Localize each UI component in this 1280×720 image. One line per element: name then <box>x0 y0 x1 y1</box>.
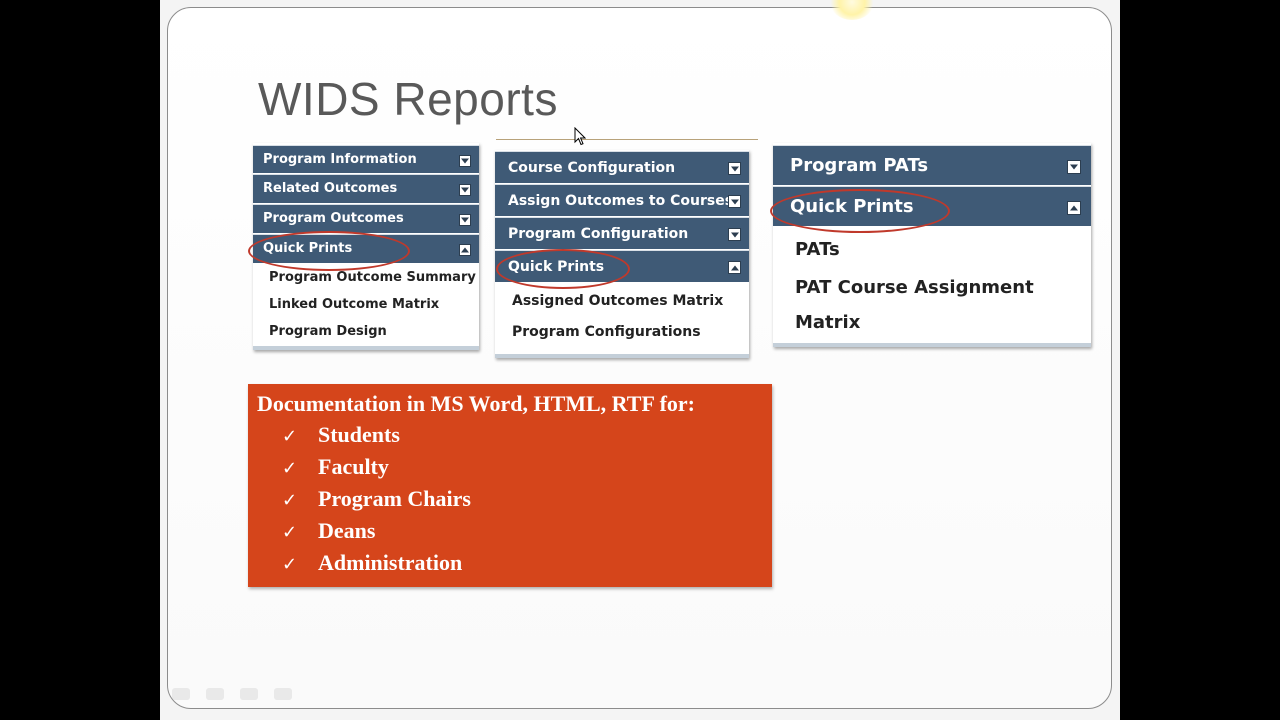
mouse-cursor-icon <box>574 127 586 146</box>
expand-toggle-icon[interactable] <box>459 155 471 167</box>
audience-label: Program Chairs <box>318 486 471 511</box>
audience-item-program-chairs: ✓ Program Chairs <box>282 486 471 512</box>
divider-line <box>496 139 758 140</box>
menu-item-quick-prints[interactable]: Quick Prints <box>495 250 749 282</box>
audience-label: Faculty <box>318 454 389 479</box>
sub-item-program-configurations[interactable]: Program Configurations <box>512 324 701 340</box>
sub-item-matrix[interactable]: Matrix <box>795 312 860 333</box>
collapse-toggle-icon[interactable] <box>459 244 471 256</box>
menu-item-related-outcomes[interactable]: Related Outcomes <box>253 174 479 203</box>
previous-arrow-icon[interactable] <box>172 688 190 700</box>
sub-item-program-design[interactable]: Program Design <box>269 324 387 339</box>
slides-icon[interactable] <box>240 688 258 700</box>
audience-item-deans: ✓ Deans <box>282 518 375 544</box>
panel-pat-menu: Program PATs Quick Prints PATs PAT Cours… <box>773 143 1091 347</box>
panel-program-menu: Program Information Related Outcomes Pro… <box>253 143 479 350</box>
menu-item-course-configuration[interactable]: Course Configuration <box>495 151 749 183</box>
expand-toggle-icon[interactable] <box>728 195 741 208</box>
menu-item-label: Program PATs <box>790 155 929 176</box>
expand-toggle-icon[interactable] <box>459 214 471 226</box>
menu-item-label: Related Outcomes <box>263 181 398 196</box>
menu-item-label: Quick Prints <box>790 196 914 217</box>
menu-item-label: Quick Prints <box>263 241 353 256</box>
check-icon: ✓ <box>282 522 298 543</box>
audience-label: Students <box>318 422 400 447</box>
audience-item-faculty: ✓ Faculty <box>282 454 389 480</box>
menu-item-program-information[interactable]: Program Information <box>253 145 479 173</box>
expand-toggle-icon[interactable] <box>728 228 741 241</box>
expand-toggle-icon[interactable] <box>1067 160 1081 174</box>
menu-item-program-outcomes[interactable]: Program Outcomes <box>253 204 479 233</box>
menu-item-quick-prints[interactable]: Quick Prints <box>773 186 1091 226</box>
collapse-toggle-icon[interactable] <box>1067 201 1081 215</box>
menu-item-label: Course Configuration <box>508 160 676 176</box>
audience-item-administration: ✓ Administration <box>282 550 462 576</box>
expand-toggle-icon[interactable] <box>459 184 471 196</box>
menu-item-label: Assign Outcomes to Courses <box>508 193 734 209</box>
expand-toggle-icon[interactable] <box>728 162 741 175</box>
documentation-box: Documentation in MS Word, HTML, RTF for:… <box>248 384 772 587</box>
sub-item-linked-outcome-matrix[interactable]: Linked Outcome Matrix <box>269 297 439 312</box>
next-arrow-icon[interactable] <box>274 688 292 700</box>
slide-area: WIDS Reports Program Information Related… <box>160 0 1120 720</box>
slideshow-controls <box>172 688 292 700</box>
menu-item-label: Program Outcomes <box>263 211 404 226</box>
documentation-heading: Documentation in MS Word, HTML, RTF for: <box>257 391 696 416</box>
pen-icon[interactable] <box>206 688 224 700</box>
menu-item-label: Quick Prints <box>508 259 605 275</box>
sub-item-pats[interactable]: PATs <box>795 239 840 260</box>
check-icon: ✓ <box>282 490 298 511</box>
menu-item-program-configuration[interactable]: Program Configuration <box>495 217 749 249</box>
menu-item-assign-outcomes-to-courses[interactable]: Assign Outcomes to Courses <box>495 184 749 216</box>
menu-item-program-pats[interactable]: Program PATs <box>773 145 1091 185</box>
audience-item-students: ✓ Students <box>282 422 400 448</box>
menu-item-quick-prints[interactable]: Quick Prints <box>253 234 479 263</box>
sub-item-assigned-outcomes-matrix[interactable]: Assigned Outcomes Matrix <box>512 293 723 309</box>
audience-label: Administration <box>318 550 463 575</box>
check-icon: ✓ <box>282 458 298 479</box>
sub-item-program-outcome-summary[interactable]: Program Outcome Summary <box>269 270 476 285</box>
sub-item-pat-course-assignment[interactable]: PAT Course Assignment <box>795 277 1034 298</box>
slide-title: WIDS Reports <box>258 73 558 125</box>
menu-item-label: Program Information <box>263 152 417 167</box>
collapse-toggle-icon[interactable] <box>728 261 741 274</box>
check-icon: ✓ <box>282 554 298 575</box>
audience-label: Deans <box>318 518 376 543</box>
menu-item-label: Program Configuration <box>508 226 689 242</box>
panel-course-menu: Course Configuration Assign Outcomes to … <box>495 150 749 358</box>
check-icon: ✓ <box>282 426 298 447</box>
